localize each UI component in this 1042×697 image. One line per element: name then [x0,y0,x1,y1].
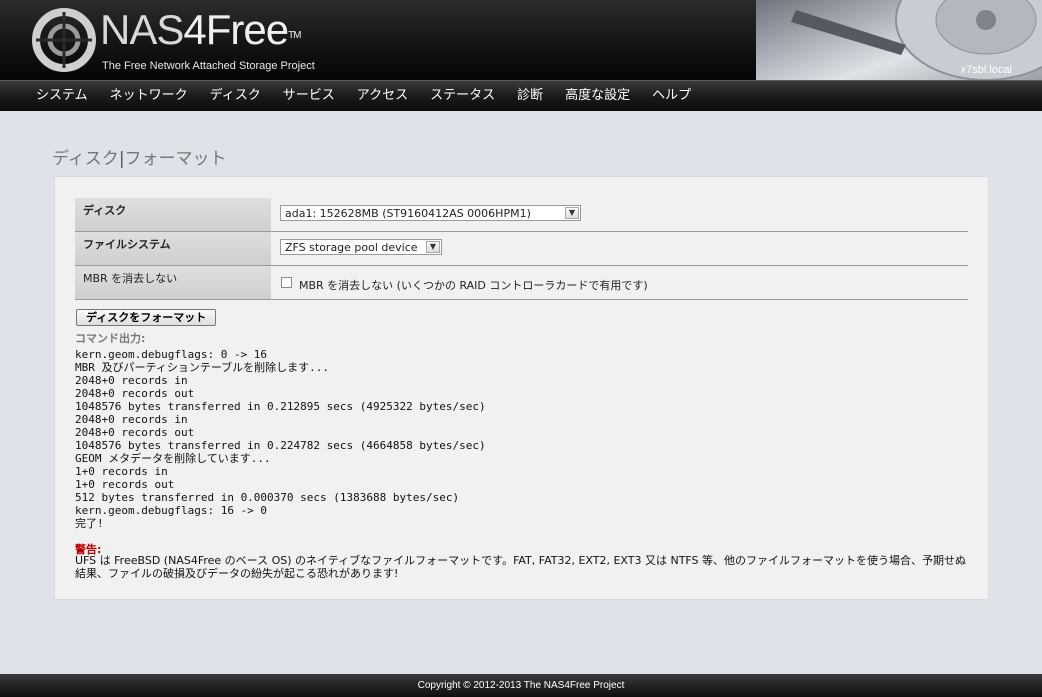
nav-diagnostics[interactable]: 診断 [506,81,554,111]
nav-disks[interactable]: ディスク [199,81,272,111]
page-title: ディスク|フォーマット [52,144,227,169]
nav-advanced[interactable]: 高度な設定 [554,81,641,111]
chevron-down-icon: ▼ [426,241,440,253]
mbr-checkbox[interactable] [281,277,292,288]
nav-help[interactable]: ヘルプ [641,81,702,111]
disk-label: ディスク [75,198,271,231]
filesystem-select[interactable]: ZFS storage pool device ▼ [280,239,442,255]
brand-logo: NAS4FreeTM [100,4,302,56]
nav-access[interactable]: アクセス [346,81,419,111]
chevron-down-icon: ▼ [565,207,579,219]
command-output-label: コマンド出力: [75,332,146,345]
brand-nas: NAS [100,6,184,53]
warning-text: UFS は FreeBSD (NAS4Free のベース OS) のネイティブな… [75,554,967,580]
disk-select[interactable]: ada1: 152628MB (ST9160412AS 0006HPM1) ▼ [280,205,581,221]
content-panel: ディスク ada1: 152628MB (ST9160412AS 0006HPM… [54,176,989,600]
nav-network[interactable]: ネットワーク [99,81,199,111]
mbr-row: MBR を消去しない MBR を消去しない (いくつかの RAID コントローラ… [75,266,968,300]
filesystem-row: ファイルシステム ZFS storage pool device ▼ [75,232,968,266]
nav-system[interactable]: システム [25,81,99,111]
nas4free-logo-icon [32,8,96,72]
command-output: kern.geom.debugflags: 0 -> 16 MBR 及びパーティ… [75,348,486,530]
nav-services[interactable]: サービス [272,81,346,111]
brand-4free: 4Free [183,6,289,53]
mbr-label: MBR を消去しない [75,266,271,299]
title-section-link[interactable]: ディスク [52,149,119,169]
tagline: The Free Network Attached Storage Projec… [102,60,315,72]
filesystem-label: ファイルシステム [75,232,271,265]
copyright-text: Copyright © 2012-2013 The NAS4Free Proje… [417,680,625,691]
hostname: x7sbl.local [960,64,1012,76]
disk-row: ディスク ada1: 152628MB (ST9160412AS 0006HPM… [75,198,968,232]
footer: Copyright © 2012-2013 The NAS4Free Proje… [0,674,1042,697]
nav-status[interactable]: ステータス [419,81,506,111]
main-nav: システム ネットワーク ディスク サービス アクセス ステータス 診断 高度な設… [0,80,1042,111]
disk-select-value: ada1: 152628MB (ST9160412AS 0006HPM1) [285,207,531,220]
filesystem-select-value: ZFS storage pool device [285,241,418,254]
format-disk-button[interactable]: ディスクをフォーマット [76,309,217,326]
brand-trademark: TM [288,30,301,41]
header: NAS4FreeTM The Free Network Attached Sto… [0,0,1042,80]
mbr-checkbox-label[interactable]: MBR を消去しない (いくつかの RAID コントローラカードで有用です) [299,277,648,293]
title-page: フォーマット [124,149,227,169]
